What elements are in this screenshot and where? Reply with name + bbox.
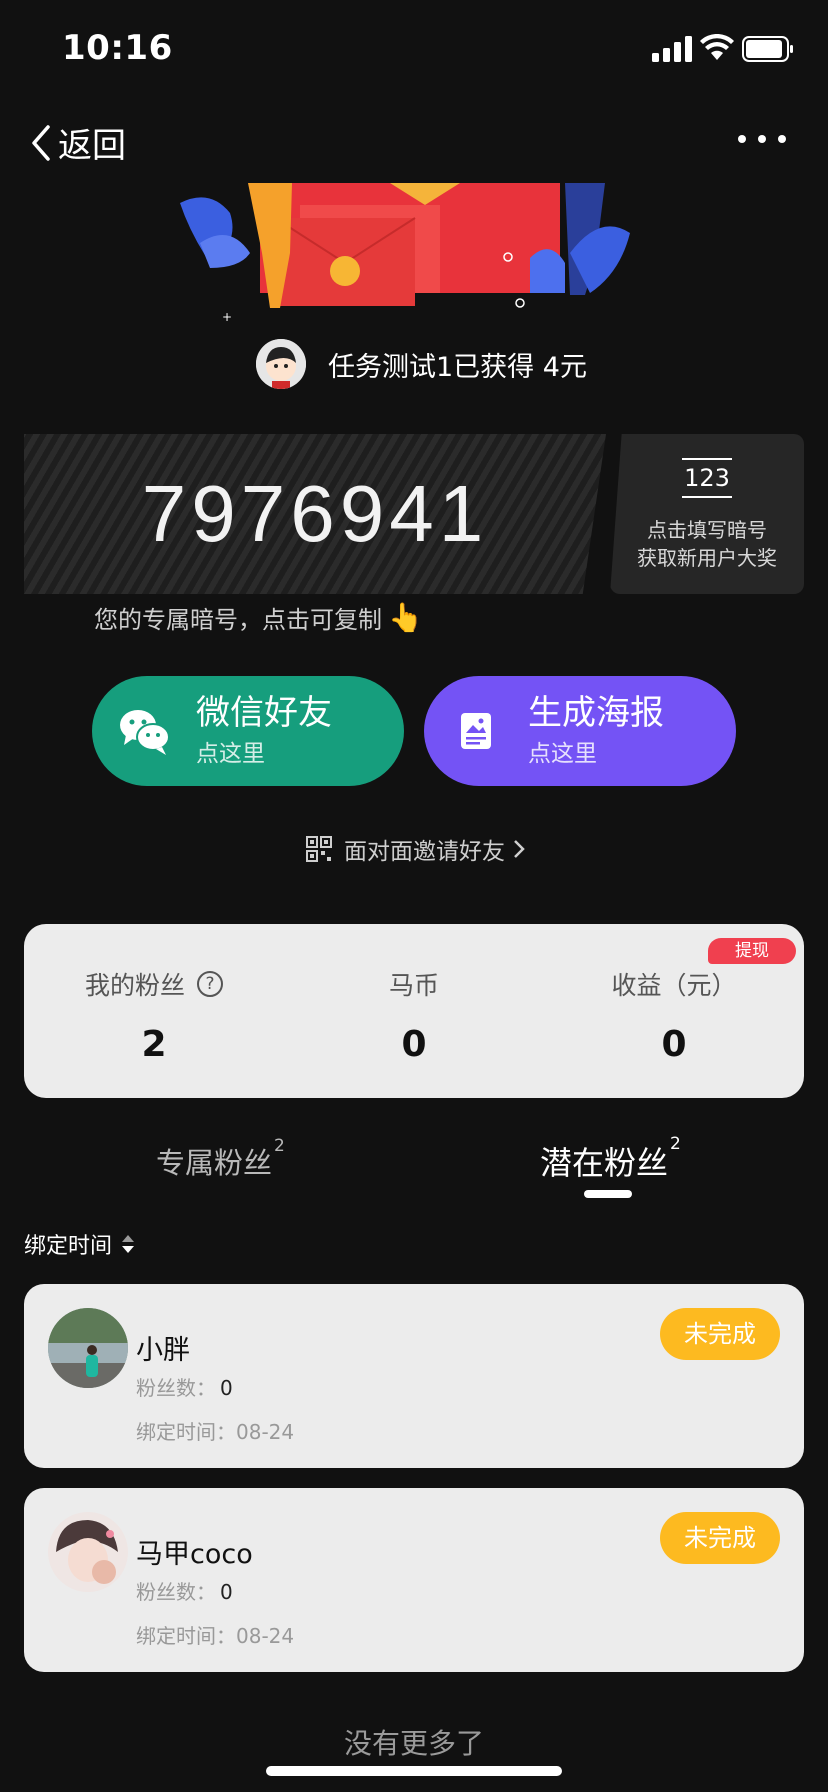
home-indicator — [266, 1766, 562, 1776]
reward-notice: 任务测试1已获得 4元 — [256, 338, 587, 390]
qr-code-icon — [306, 836, 332, 862]
face-to-face-invite[interactable]: 面对面邀请好友 — [306, 832, 527, 866]
nav-bar: 返回 — [0, 100, 828, 180]
fan-name: 小胖 — [136, 1335, 190, 1366]
poster-title: 生成海报 — [528, 693, 664, 733]
chevron-right-icon — [514, 840, 525, 858]
status-badge[interactable]: 未完成 — [660, 1308, 780, 1360]
tab-potential-count: 2 — [670, 1134, 681, 1154]
pointing-hand-icon: 👆 — [388, 601, 423, 634]
fan-bind-time: 绑定时间：08-24 — [136, 1624, 295, 1648]
earnings-value: 0 — [661, 1024, 687, 1065]
fan-count: 粉丝数： 0 — [136, 1376, 233, 1400]
fill-code-card[interactable]: 123 点击填写暗号 获取新用户大奖 — [610, 434, 804, 594]
my-fans-label: 我的粉丝 — [84, 971, 185, 1000]
status-badge[interactable]: 未完成 — [660, 1512, 780, 1564]
coins-label: 马币 — [388, 971, 439, 1000]
wechat-icon — [120, 710, 170, 755]
more-icon[interactable] — [738, 126, 786, 152]
face-to-face-invite-label: 面对面邀请好友 — [344, 839, 505, 865]
chevron-left-icon — [32, 124, 50, 161]
back-label: 返回 — [58, 126, 126, 166]
fill-code-box: 123 — [682, 458, 732, 498]
no-more-text: 没有更多了 — [343, 1727, 484, 1760]
avatar — [48, 1512, 128, 1592]
sort-label: 绑定时间 — [24, 1234, 113, 1259]
wechat-share-sub: 点这里 — [196, 741, 265, 767]
status-bar: 10:16 — [0, 0, 828, 98]
fill-code-tip: 点击填写暗号 — [647, 518, 767, 542]
invite-code-number[interactable]: 7976941 — [24, 434, 606, 594]
avatar — [48, 1308, 128, 1388]
fan-bind-time: 绑定时间：08-24 — [136, 1420, 295, 1444]
help-icon[interactable]: ? — [197, 971, 223, 997]
tab-indicator — [584, 1190, 632, 1198]
status-time: 10:16 — [62, 28, 173, 68]
back-button[interactable]: 返回 — [28, 118, 126, 167]
invite-code-card[interactable]: 7976941 — [24, 434, 606, 594]
tab-exclusive-fans[interactable]: 专属粉丝 2 — [156, 1136, 285, 1182]
copy-hint: 您的专属暗号，点击可复制 👆 — [94, 600, 423, 635]
tab-exclusive-label: 专属粉丝 — [156, 1146, 273, 1180]
tab-potential-label: 潜在粉丝 — [540, 1144, 669, 1182]
avatar — [256, 339, 306, 389]
coins-stat: 马币 0 — [284, 966, 544, 1065]
coins-value: 0 — [401, 1024, 427, 1065]
wechat-share-title: 微信好友 — [196, 693, 332, 733]
reward-text: 任务测试1已获得 4元 — [328, 351, 587, 383]
fan-name: 马甲coco — [136, 1539, 253, 1570]
earnings-stat: 收益（元） 0 — [544, 966, 804, 1065]
earnings-label: 收益（元） — [611, 971, 737, 1000]
fill-code-prize-tip: 获取新用户大奖 — [637, 546, 777, 570]
sort-by-bind-time[interactable]: 绑定时间 — [24, 1228, 136, 1260]
copy-hint-text: 您的专属暗号，点击可复制 — [94, 606, 382, 634]
fan-card[interactable]: 马甲coco 粉丝数： 0 绑定时间：08-24 未完成 — [24, 1488, 804, 1672]
my-fans-stat[interactable]: 我的粉丝 ? 2 — [24, 966, 284, 1065]
tab-potential-fans[interactable]: 潜在粉丝 2 — [540, 1134, 681, 1184]
sort-icon — [122, 1235, 135, 1253]
tab-exclusive-count: 2 — [274, 1136, 285, 1156]
withdraw-badge[interactable]: 提现 — [708, 938, 796, 964]
fan-card[interactable]: 小胖 粉丝数： 0 绑定时间：08-24 未完成 — [24, 1284, 804, 1468]
generate-poster-button[interactable]: 生成海报 点这里 — [424, 676, 736, 786]
red-envelope-illustration: + — [180, 183, 630, 324]
poster-sub: 点这里 — [528, 741, 597, 767]
poster-icon — [461, 713, 491, 749]
signal-icon — [652, 36, 692, 62]
svg-text:+: + — [222, 310, 232, 324]
stats-card: 我的粉丝 ? 2 马币 0 收益（元） 0 提现 — [24, 924, 804, 1098]
fan-count: 粉丝数： 0 — [136, 1580, 233, 1604]
battery-icon — [742, 36, 793, 62]
my-fans-value: 2 — [141, 1024, 167, 1065]
wechat-share-button[interactable]: 微信好友 点这里 — [92, 676, 404, 786]
wifi-icon — [700, 34, 734, 60]
